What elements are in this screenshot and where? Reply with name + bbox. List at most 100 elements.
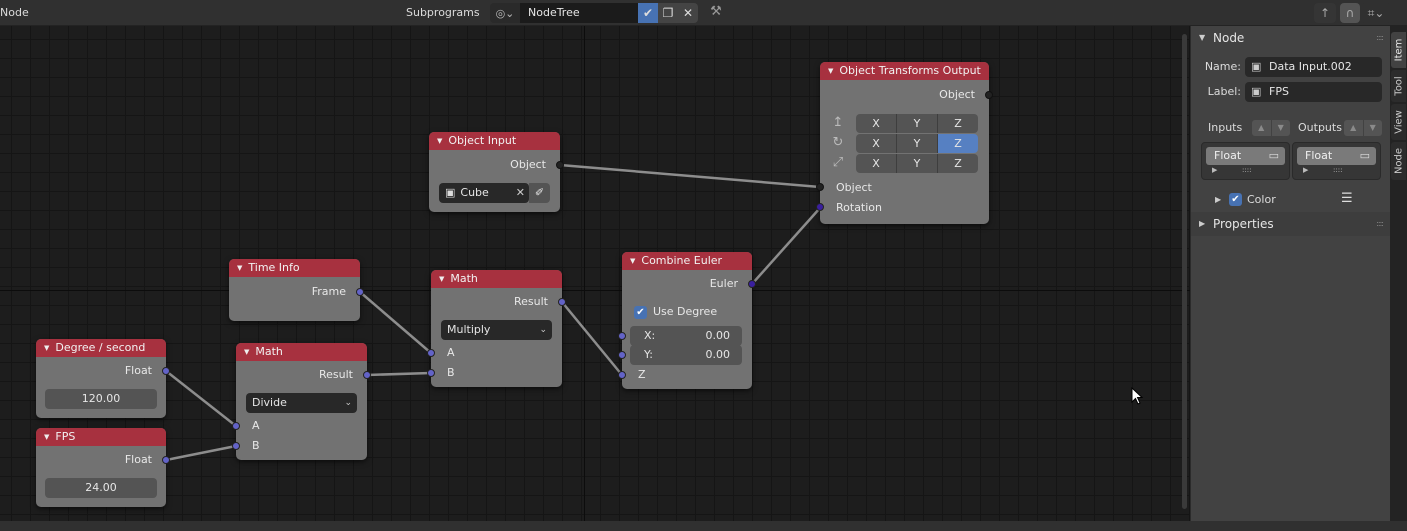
list-menu-icon[interactable]: ☰ [1341,191,1353,206]
float-value-field[interactable]: 120.00 [45,389,157,409]
scale-x-toggle[interactable]: X [856,154,897,173]
node-header[interactable]: ▼ Object Input [429,132,560,150]
rotation-z-toggle[interactable]: Z [938,134,978,153]
collapse-icon[interactable]: ▼ [44,339,49,357]
collapse-icon[interactable]: ▼ [437,132,442,150]
node-object-input[interactable]: ▼ Object Input Object ▣ Cube ✕ ✐ [429,132,564,212]
node-object-transforms-output[interactable]: ▼ Object Transforms Output Object ↥ X Y Z… [816,62,993,224]
node-math-multiply[interactable]: ▼ Math Result Multiply ⌄ A B [427,270,566,387]
node-degree-per-second[interactable]: ▼ Degree / second Float 120.00 [36,339,170,418]
node-header[interactable]: ▼ Time Info [229,259,360,277]
drag-grip-icon[interactable]: :::: [1376,212,1384,236]
operation-dropdown[interactable]: Divide ⌄ [246,393,357,413]
list-resize-grip-icon[interactable]: :::: [1242,166,1251,174]
node-math-divide[interactable]: ▼ Math Result Divide ⌄ A B [232,343,371,460]
operation-dropdown[interactable]: Multiply ⌄ [441,320,552,340]
clear-icon[interactable]: ✕ [516,183,525,203]
location-x-toggle[interactable]: X [856,114,897,133]
tab-label: View [1393,110,1404,134]
output-socket-result[interactable] [363,371,371,379]
node-header[interactable]: ▼ Math [236,343,367,361]
input-socket-object[interactable] [816,183,824,191]
expand-right-icon[interactable]: ▶ [1303,166,1308,174]
node-combine-euler[interactable]: ▼ Combine Euler Euler ✔ Use Degree X: 0.0… [618,252,756,389]
node-tree-name-field[interactable]: NodeTree [520,3,638,23]
output-socket-object[interactable] [985,91,993,99]
tab-tool[interactable]: Tool [1391,70,1406,102]
node-name-field[interactable]: ▣ Data Input.002 [1245,57,1382,77]
output-socket-float[interactable] [162,367,170,375]
input-socket-a[interactable] [427,349,435,357]
outputs-move-down-button[interactable]: ▼ [1363,120,1382,136]
output-socket-euler[interactable] [748,280,756,288]
parent-tree-button[interactable]: ↑ [1314,3,1336,23]
collapse-icon[interactable]: ▼ [244,343,249,361]
inputs-list-item[interactable]: Float ▭ [1206,147,1285,165]
node-editor-canvas[interactable] [0,26,1190,521]
tab-item[interactable]: Item [1391,32,1406,68]
node-header[interactable]: ▼ Math [431,270,562,288]
node-header[interactable]: ▼ FPS [36,428,166,446]
eyedropper-button[interactable]: ✐ [529,183,550,203]
input-label: B [252,439,260,452]
input-socket-x[interactable] [618,332,626,340]
color-checkbox[interactable]: ✔ [1229,193,1242,206]
snap-mode-dropdown[interactable]: ⌗⌄ [1361,3,1391,23]
checkmark-icon: ✔ [1231,194,1240,205]
y-value-field[interactable]: Y: 0.00 [630,345,742,365]
scale-z-toggle[interactable]: Z [938,154,978,173]
rotation-y-toggle[interactable]: Y [897,134,938,153]
tab-node[interactable]: Node [1391,142,1406,180]
input-socket-a[interactable] [232,422,240,430]
browse-node-tree-button[interactable]: ◎⌄ [490,3,520,23]
list-resize-grip-icon[interactable]: :::: [1333,166,1342,174]
location-z-toggle[interactable]: Z [938,114,978,133]
node-label-field[interactable]: ▣ FPS [1245,82,1382,102]
rotation-x-toggle[interactable]: X [856,134,897,153]
editor-type-label[interactable]: Node [0,6,29,19]
input-socket-z[interactable] [618,371,626,379]
output-socket-object[interactable] [556,161,564,169]
output-socket-float[interactable] [162,456,170,464]
collapse-icon[interactable]: ▼ [237,259,242,277]
object-picker-field[interactable]: ▣ Cube ✕ [439,183,529,203]
node-header[interactable]: ▼ Degree / second [36,339,166,357]
fake-user-button[interactable]: ✔ [638,3,658,23]
input-socket-rotation[interactable] [816,203,824,211]
unlink-button[interactable]: ✕ [678,3,698,23]
expand-right-icon[interactable]: ▶ [1215,195,1221,204]
x-value-field[interactable]: X: 0.00 [630,326,742,346]
vertical-scrollbar[interactable] [1182,34,1187,509]
collapse-icon[interactable]: ▼ [439,270,444,288]
node-header[interactable]: ▼ Combine Euler [622,252,752,270]
collapse-icon[interactable]: ▼ [630,252,635,270]
output-socket-frame[interactable] [356,288,364,296]
expand-right-icon[interactable]: ▶ [1212,166,1217,174]
node-header[interactable]: ▼ Object Transforms Output [820,62,989,80]
subprograms-menu[interactable]: Subprograms [406,6,480,19]
collapse-icon[interactable]: ▼ [828,62,833,80]
pin-button[interactable]: ⚒ [706,4,726,22]
input-socket-b[interactable] [427,369,435,377]
scale-y-toggle[interactable]: Y [897,154,938,173]
tab-view[interactable]: View [1391,104,1406,140]
node-panel-header[interactable]: ▼ Node :::: [1191,26,1391,50]
use-degree-checkbox[interactable]: ✔ [634,306,647,319]
output-socket-result[interactable] [558,298,566,306]
float-value-field[interactable]: 24.00 [45,478,157,498]
drag-grip-icon[interactable]: :::: [1376,26,1384,50]
duplicate-button[interactable]: ❐ [658,3,678,23]
outputs-move-up-button[interactable]: ▲ [1344,120,1363,136]
input-socket-b[interactable] [232,442,240,450]
collapse-icon[interactable]: ▼ [44,428,49,446]
snap-toggle[interactable]: ∩ [1340,3,1360,23]
node-fps[interactable]: ▼ FPS Float 24.00 [36,428,170,507]
input-socket-y[interactable] [618,351,626,359]
properties-panel-header[interactable]: ▶ Properties :::: [1191,212,1391,236]
outputs-list-item[interactable]: Float ▭ [1297,147,1376,165]
location-y-toggle[interactable]: Y [897,114,938,133]
operation-value: Divide [252,396,287,409]
node-time-info[interactable]: ▼ Time Info Frame [229,259,364,321]
inputs-move-down-button[interactable]: ▼ [1271,120,1290,136]
inputs-move-up-button[interactable]: ▲ [1252,120,1271,136]
